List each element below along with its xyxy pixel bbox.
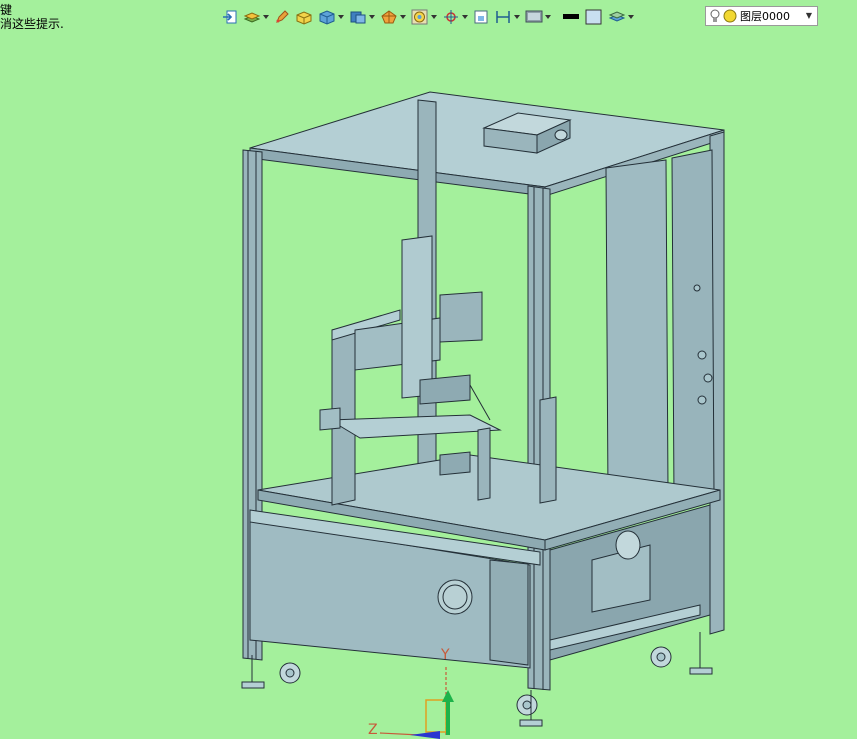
machine-frame-model: [241, 91, 725, 727]
axis-triad: [379, 665, 454, 739]
axis-z-label: Z: [368, 722, 378, 738]
model-viewport[interactable]: [0, 0, 857, 739]
axis-y-label: Y: [441, 647, 450, 663]
